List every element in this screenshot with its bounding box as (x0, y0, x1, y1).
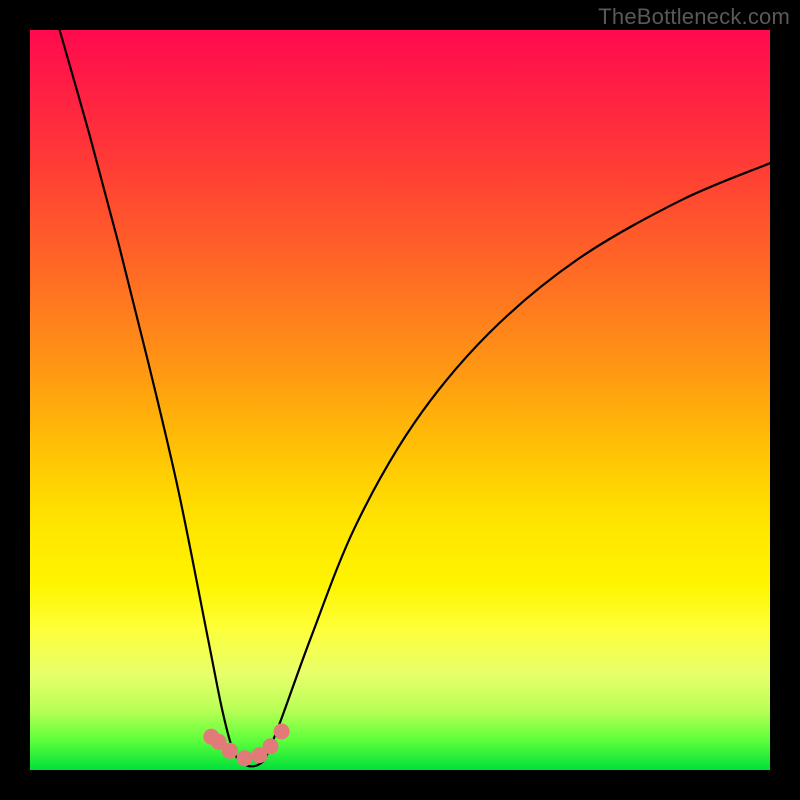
bottleneck-curve (60, 30, 770, 766)
bottom-dot (222, 743, 238, 759)
chart-frame: TheBottleneck.com (0, 0, 800, 800)
curve-layer (30, 30, 770, 770)
plot-area (30, 30, 770, 770)
bottom-dot (263, 738, 279, 754)
watermark-text: TheBottleneck.com (598, 4, 790, 30)
bottom-dot (237, 750, 253, 766)
bottom-dot (274, 724, 290, 740)
bottom-dots-group (203, 724, 289, 767)
